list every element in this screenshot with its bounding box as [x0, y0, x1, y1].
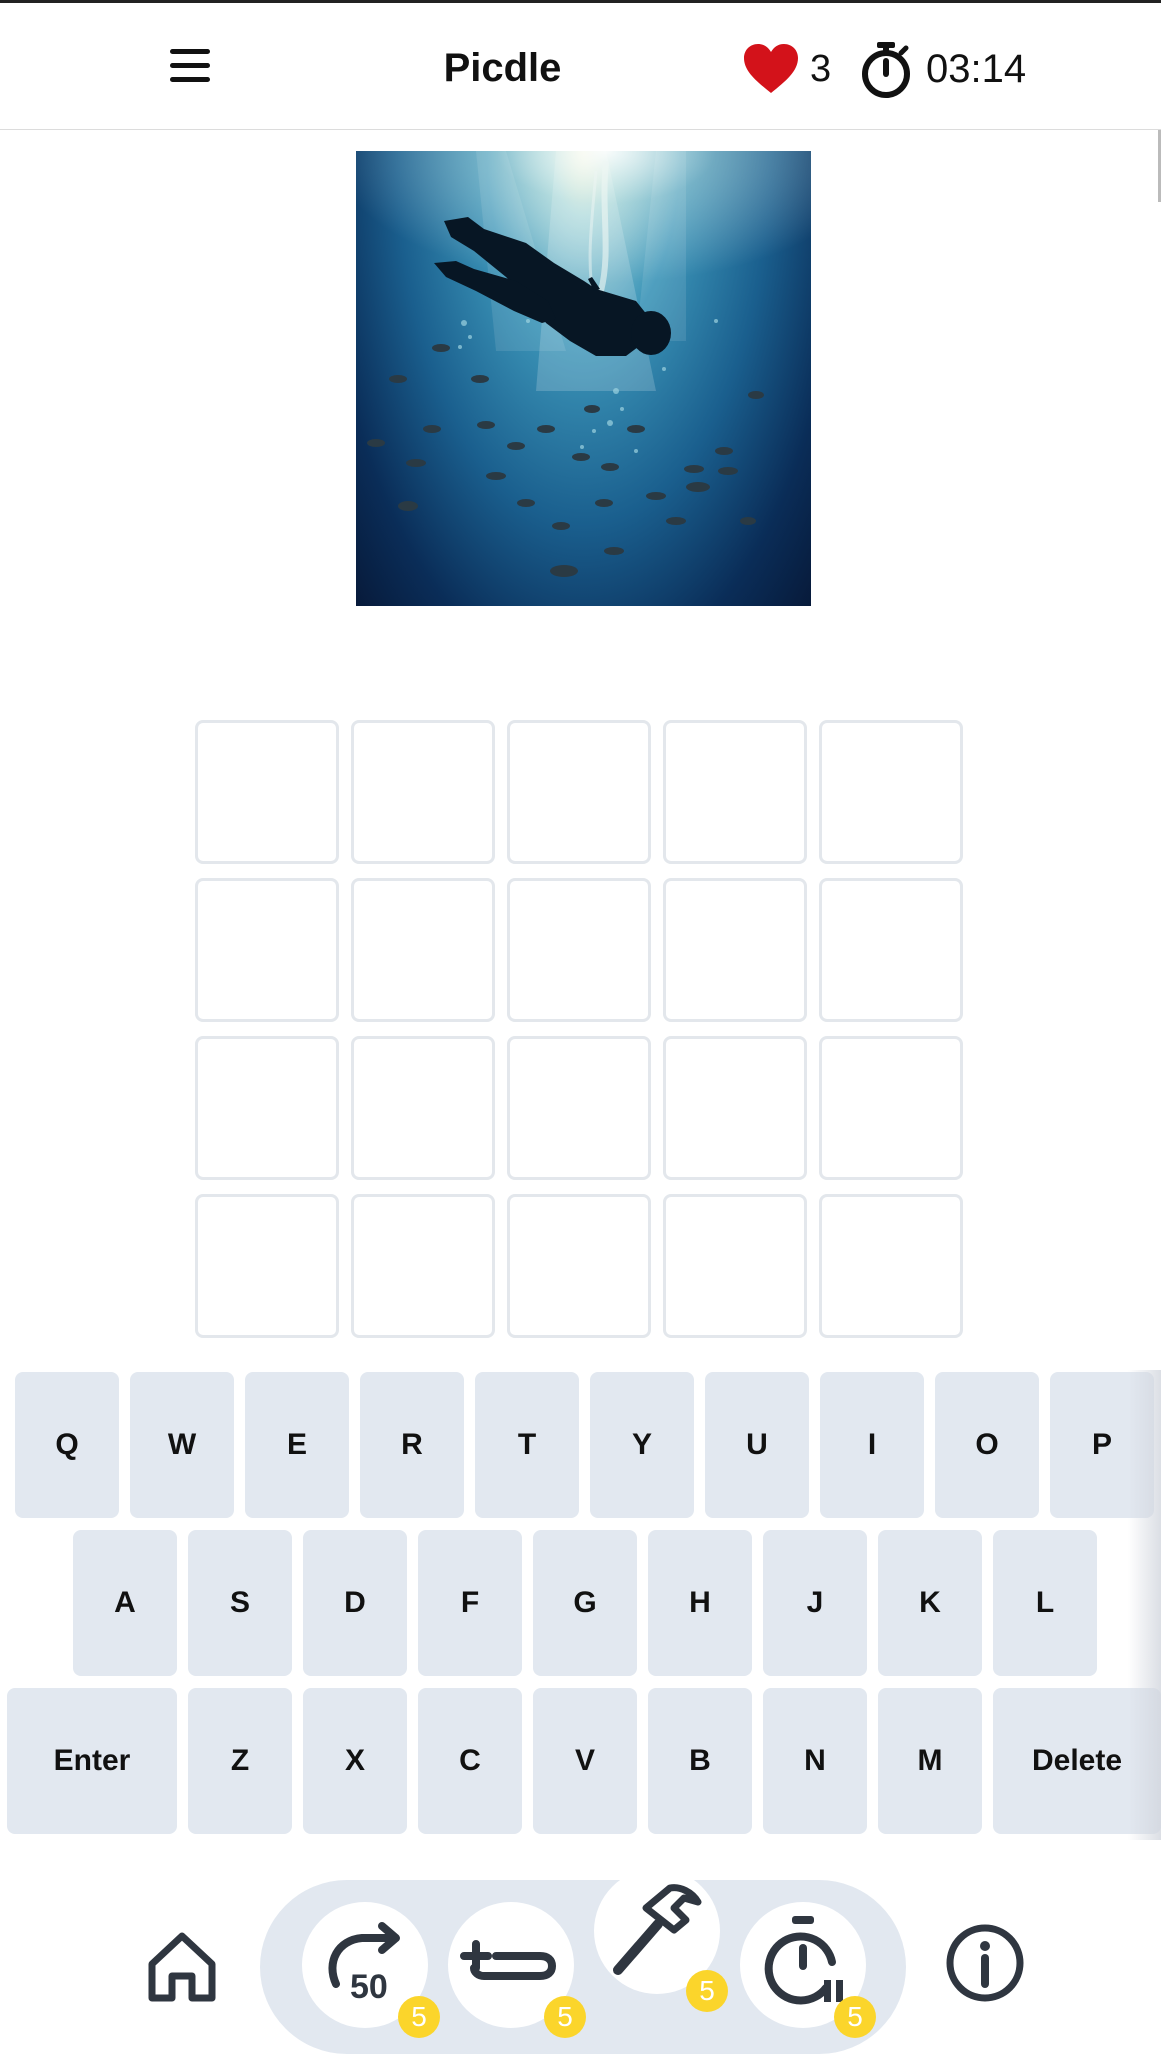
guess-tile	[663, 878, 807, 1022]
timer-value: 03:14	[926, 46, 1027, 91]
guess-tile	[819, 1194, 963, 1338]
lives-indicator: 3	[742, 41, 831, 97]
keyboard-row-3: Enter Z X C V B N M Delete	[0, 1688, 1161, 1836]
key-d[interactable]: D	[303, 1530, 407, 1676]
heart-icon	[744, 44, 798, 93]
add-row-button[interactable]: 5	[448, 1902, 586, 2038]
guess-tile	[195, 878, 339, 1022]
powerup-count-badge: 5	[686, 1970, 728, 2012]
guess-tile	[819, 878, 963, 1022]
guess-tile	[351, 1036, 495, 1180]
bottom-toolbar: 50 5 5 5 5	[0, 1868, 1161, 2064]
key-s[interactable]: S	[188, 1530, 292, 1676]
reveal-50-button[interactable]: 50 5	[302, 1902, 440, 2038]
guess-tile	[351, 878, 495, 1022]
guess-tile	[663, 720, 807, 864]
key-z[interactable]: Z	[188, 1688, 292, 1834]
menu-icon-bar	[170, 77, 210, 82]
guess-tile	[351, 720, 495, 864]
menu-button[interactable]	[166, 49, 216, 89]
stopwatch-icon	[862, 42, 910, 98]
keyboard-row-2: A S D F G H J K L	[0, 1530, 1161, 1678]
pause-timer-button[interactable]: 5	[740, 1902, 876, 2038]
guess-tile	[195, 1194, 339, 1338]
menu-icon-bar	[170, 63, 210, 68]
lives-count: 3	[810, 47, 832, 90]
key-l[interactable]: L	[993, 1530, 1097, 1676]
menu-icon	[170, 49, 210, 54]
key-i[interactable]: I	[820, 1372, 924, 1518]
guess-tile	[507, 720, 651, 864]
enter-key[interactable]: Enter	[7, 1688, 177, 1834]
powerup-count-badge: 5	[544, 1996, 586, 2038]
guess-tile	[663, 1036, 807, 1180]
key-e[interactable]: E	[245, 1372, 349, 1518]
key-h[interactable]: H	[648, 1530, 752, 1676]
key-u[interactable]: U	[705, 1372, 809, 1518]
key-k[interactable]: K	[878, 1530, 982, 1676]
puzzle-image	[356, 151, 811, 606]
page-title: Picdle	[443, 46, 562, 90]
key-a[interactable]: A	[73, 1530, 177, 1676]
key-c[interactable]: C	[418, 1688, 522, 1834]
key-g[interactable]: G	[533, 1530, 637, 1676]
home-button[interactable]	[142, 1926, 222, 2006]
guess-tile	[195, 720, 339, 864]
key-j[interactable]: J	[763, 1530, 867, 1676]
keyboard-row-1: Q W E R T Y U I O P	[0, 1372, 1161, 1520]
timer: 03:14	[860, 39, 1026, 99]
key-b[interactable]: B	[648, 1688, 752, 1834]
hammer-button[interactable]: 5	[594, 1868, 728, 2012]
key-n[interactable]: N	[763, 1688, 867, 1834]
app-header: Picdle 3 03:14	[0, 3, 1161, 130]
guess-tile	[819, 720, 963, 864]
info-button[interactable]	[944, 1922, 1026, 2004]
powerup-count-badge: 5	[398, 1996, 440, 2038]
guess-tile	[195, 1036, 339, 1180]
guess-tile	[351, 1194, 495, 1338]
key-f[interactable]: F	[418, 1530, 522, 1676]
key-w[interactable]: W	[130, 1372, 234, 1518]
guess-tile	[819, 1036, 963, 1180]
key-r[interactable]: R	[360, 1372, 464, 1518]
guess-tile	[507, 1036, 651, 1180]
guess-tile	[507, 1194, 651, 1338]
keyboard-edge-shadow	[1128, 1370, 1161, 1840]
key-q[interactable]: Q	[15, 1372, 119, 1518]
key-v[interactable]: V	[533, 1688, 637, 1834]
key-y[interactable]: Y	[590, 1372, 694, 1518]
key-x[interactable]: X	[303, 1688, 407, 1834]
key-o[interactable]: O	[935, 1372, 1039, 1518]
guess-grid	[195, 720, 975, 1338]
info-icon	[946, 1924, 1024, 2002]
powerup-count-badge: 5	[834, 1996, 876, 2038]
guess-tile	[507, 878, 651, 1022]
key-t[interactable]: T	[475, 1372, 579, 1518]
home-icon	[148, 1932, 216, 2002]
svg-text:50: 50	[350, 1968, 388, 2006]
diver-scene	[356, 151, 811, 577]
key-m[interactable]: M	[878, 1688, 982, 1834]
guess-tile	[663, 1194, 807, 1338]
